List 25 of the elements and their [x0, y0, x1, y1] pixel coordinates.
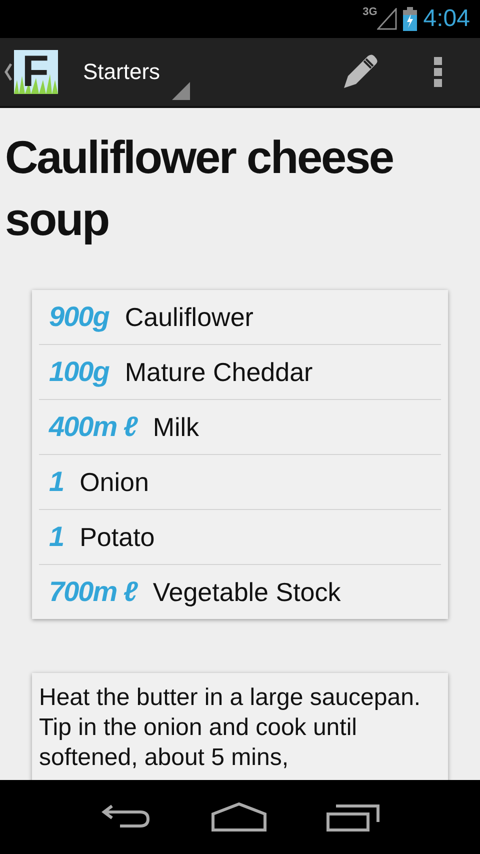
- ingredient-name: Milk: [152, 412, 200, 442]
- battery-charging-icon: [403, 7, 418, 31]
- ingredient-quantity: 900g: [49, 301, 109, 333]
- ingredient-quantity: 1: [49, 521, 64, 553]
- ingredient-quantity: 400m ℓ: [49, 411, 137, 443]
- caret-icon[interactable]: [4, 62, 12, 82]
- ingredient-quantity: 700m ℓ: [49, 576, 137, 608]
- ingredient-name: Onion: [80, 466, 149, 498]
- signal-icon: [377, 8, 398, 30]
- ingredient-name: Potato: [80, 522, 155, 552]
- network-label: 3G: [362, 6, 378, 18]
- ingredient-name: Vegetable Stock: [152, 576, 341, 608]
- recipe-title: Cauliflower cheese soup: [4, 130, 394, 247]
- app-logo[interactable]: F: [14, 50, 58, 94]
- ingredient-name: Cauliflower: [124, 302, 254, 332]
- dropdown-corner-icon: [172, 82, 190, 100]
- clock: 4:04: [423, 5, 470, 33]
- overflow-menu-icon[interactable]: [434, 57, 442, 87]
- method-text: Heat the butter in a large saucepan. Tip in the onion and cook until softened, about 5 mins,: [39, 683, 422, 773]
- ingredient-name: Mature Cheddar: [124, 356, 313, 388]
- recent-apps-icon[interactable]: [326, 802, 380, 832]
- ingredient-quantity: 100g: [49, 356, 109, 388]
- ingredient-quantity: 1: [49, 466, 64, 498]
- home-icon[interactable]: [210, 802, 267, 832]
- category-dropdown[interactable]: Starters: [83, 42, 190, 102]
